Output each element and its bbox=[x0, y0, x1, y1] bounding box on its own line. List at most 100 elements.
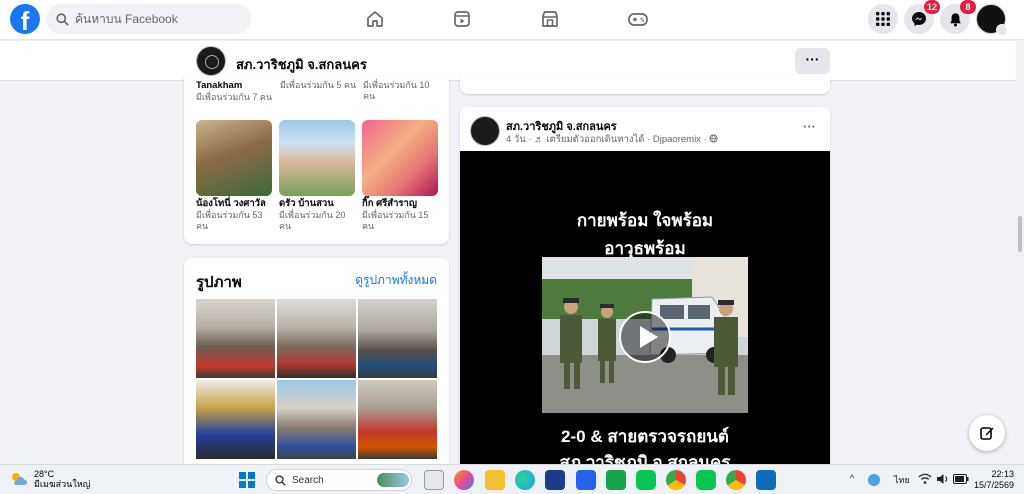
friend-mutual: มีเพื่อนร่วมกัน 10 คน bbox=[363, 80, 430, 101]
photos-card: รูปภาพ ดูรูปภาพทั้งหมด bbox=[184, 258, 449, 468]
friend-item[interactable]: ดรัว บ้านสวน มีเพื่อนร่วมกัน 20 คน bbox=[279, 120, 357, 232]
dropbox-icon[interactable] bbox=[576, 470, 596, 490]
taskbar-search-label: Search bbox=[292, 474, 324, 486]
post-video[interactable]: กายพร้อม ใจพร้อม อาวุธพร้อม 2-0 & สายตรว… bbox=[460, 151, 830, 467]
notifications-button[interactable]: 8 bbox=[940, 0, 976, 34]
facebook-logo[interactable]: f bbox=[10, 4, 40, 34]
friend-name[interactable]: ดรัว บ้านสวน bbox=[279, 198, 357, 210]
messenger-badge: 12 bbox=[923, 0, 940, 14]
photo-thumbnail[interactable] bbox=[196, 299, 275, 378]
photo-thumbnail[interactable] bbox=[358, 299, 437, 378]
post-options-button[interactable]: ··· bbox=[803, 119, 816, 134]
top-navigation-bar: f 12 8 bbox=[0, 0, 1024, 40]
edit-icon bbox=[980, 427, 994, 440]
friends-card: Tanakham มีเพื่อนร่วมกัน 7 คน มีเพื่อนร่… bbox=[184, 76, 449, 244]
photo-thumbnail[interactable] bbox=[277, 380, 356, 459]
menu-button[interactable] bbox=[868, 4, 898, 34]
photos-heading: รูปภาพ bbox=[196, 274, 242, 291]
clock-time: 22:13 bbox=[991, 469, 1014, 479]
play-button[interactable] bbox=[619, 311, 671, 363]
video-caption-line: กายพร้อม ใจพร้อม bbox=[576, 211, 714, 230]
bell-icon bbox=[949, 12, 961, 26]
search-box[interactable] bbox=[46, 4, 251, 34]
friend-item[interactable]: Tanakham มีเพื่อนร่วมกัน 7 คน bbox=[196, 80, 274, 103]
post-meta-text: 4 วัน · ♬ เตรียมตัวออกเดินทางได้ · Djpao… bbox=[506, 134, 710, 145]
chrome-icon-2[interactable] bbox=[726, 470, 746, 490]
friend-name[interactable]: น้องโทนี่ วงศาวัล bbox=[196, 198, 274, 210]
post-meta: 4 วัน · ♬ เตรียมตัวออกเดินทางได้ · Djpao… bbox=[506, 132, 718, 147]
grid-menu-icon bbox=[876, 12, 890, 26]
video-caption-line: 2-0 & สายตรวจรถยนต์ bbox=[561, 427, 729, 446]
friend-item[interactable]: มีเพื่อนร่วมกัน 5 คน bbox=[280, 80, 358, 91]
friend-name[interactable]: Tanakham bbox=[196, 80, 274, 92]
weather-temperature: 28°C bbox=[34, 469, 55, 479]
cloud-sun-icon bbox=[12, 473, 27, 485]
nav-home[interactable] bbox=[361, 6, 389, 32]
battery-icon[interactable] bbox=[953, 474, 969, 484]
chrome-icon[interactable] bbox=[666, 470, 686, 490]
security-icon[interactable] bbox=[868, 474, 880, 486]
marketplace-icon bbox=[542, 11, 558, 27]
messenger-button[interactable]: 12 bbox=[904, 0, 940, 34]
store-icon[interactable] bbox=[545, 470, 565, 490]
windows-start-button[interactable] bbox=[239, 472, 255, 488]
friend-photo[interactable] bbox=[362, 120, 438, 196]
outlook-icon[interactable] bbox=[756, 470, 776, 490]
friend-photo[interactable] bbox=[279, 120, 355, 196]
video-icon bbox=[454, 11, 470, 27]
photo-thumbnail[interactable] bbox=[196, 380, 275, 459]
previous-post-bottom bbox=[460, 76, 830, 94]
notifications-badge: 8 bbox=[960, 0, 976, 14]
friend-item[interactable]: กิ๊ก ศรีสำราญ มีเพื่อนร่วมกัน 15 คน bbox=[362, 120, 440, 232]
friend-mutual: มีเพื่อนร่วมกัน 5 คน bbox=[280, 80, 357, 90]
excel-icon[interactable] bbox=[606, 470, 626, 490]
taskbar-search[interactable]: Search bbox=[266, 469, 412, 491]
friend-mutual: มีเพื่อนร่วมกัน 7 คน bbox=[196, 92, 273, 102]
weather-description: มีเมฆส่วนใหญ่ bbox=[34, 479, 91, 489]
friend-item[interactable]: มีเพื่อนร่วมกัน 10 คน bbox=[363, 80, 441, 102]
scrollbar-thumb[interactable] bbox=[1018, 216, 1022, 252]
task-view-icon[interactable] bbox=[424, 470, 444, 490]
new-message-button[interactable] bbox=[969, 415, 1005, 451]
account-avatar[interactable] bbox=[976, 4, 1008, 36]
copilot-icon[interactable] bbox=[454, 470, 474, 490]
file-explorer-icon[interactable] bbox=[485, 470, 505, 490]
home-icon bbox=[367, 11, 383, 27]
system-clock[interactable]: 22:13 15/7/2569 bbox=[972, 469, 1014, 491]
volume-icon[interactable] bbox=[936, 473, 950, 485]
photo-thumbnail[interactable] bbox=[277, 299, 356, 378]
gamepad-icon bbox=[628, 13, 648, 26]
post-card: สภ.วาริชภูมิ จ.สกลนคร 4 วัน · ♬ เตรียมตั… bbox=[460, 107, 830, 467]
wifi-icon[interactable] bbox=[918, 473, 932, 485]
friend-mutual: มีเพื่อนร่วมกัน 15 คน bbox=[362, 210, 429, 231]
photo-thumbnail[interactable] bbox=[358, 380, 437, 459]
chevron-up-icon[interactable]: ^ bbox=[850, 473, 854, 483]
friend-photo[interactable] bbox=[196, 120, 272, 196]
page-avatar[interactable] bbox=[196, 46, 226, 76]
see-all-photos-link[interactable]: ดูรูปภาพทั้งหมด bbox=[355, 271, 437, 290]
page-more-button[interactable]: ··· bbox=[795, 48, 830, 74]
windows-taskbar: 28°C มีเมฆส่วนใหญ่ Search ^ ไทย 22:13 15… bbox=[0, 464, 1024, 494]
page-title[interactable]: สภ.วาริชภูมิ จ.สกลนคร bbox=[236, 54, 367, 75]
weather-widget[interactable]: 28°C มีเมฆส่วนใหญ่ bbox=[10, 469, 90, 489]
nav-video[interactable] bbox=[448, 6, 476, 32]
friend-item[interactable]: น้องโทนี่ วงศาวัล มีเพื่อนร่วมกัน 53 คน bbox=[196, 120, 274, 232]
search-icon bbox=[56, 12, 69, 26]
page-sticky-header: สภ.วาริชภูมิ จ.สกลนคร ··· bbox=[0, 41, 1016, 81]
line-icon-2[interactable] bbox=[696, 470, 716, 490]
language-indicator[interactable]: ไทย bbox=[894, 473, 910, 487]
search-input[interactable] bbox=[75, 12, 235, 26]
globe-icon bbox=[709, 134, 718, 143]
friend-name[interactable]: กิ๊ก ศรีสำราญ bbox=[362, 198, 440, 210]
friend-mutual: มีเพื่อนร่วมกัน 53 คน bbox=[196, 210, 263, 231]
line-icon[interactable] bbox=[636, 470, 656, 490]
nav-gaming[interactable] bbox=[624, 6, 652, 32]
page-scrollbar[interactable] bbox=[1016, 40, 1024, 464]
nav-marketplace[interactable] bbox=[536, 6, 564, 32]
search-icon bbox=[275, 474, 286, 486]
clock-date: 15/7/2569 bbox=[973, 480, 1014, 490]
post-author-avatar[interactable] bbox=[470, 116, 500, 146]
messenger-icon bbox=[912, 12, 926, 26]
friend-mutual: มีเพื่อนร่วมกัน 20 คน bbox=[279, 210, 346, 231]
edge-icon[interactable] bbox=[515, 470, 535, 490]
